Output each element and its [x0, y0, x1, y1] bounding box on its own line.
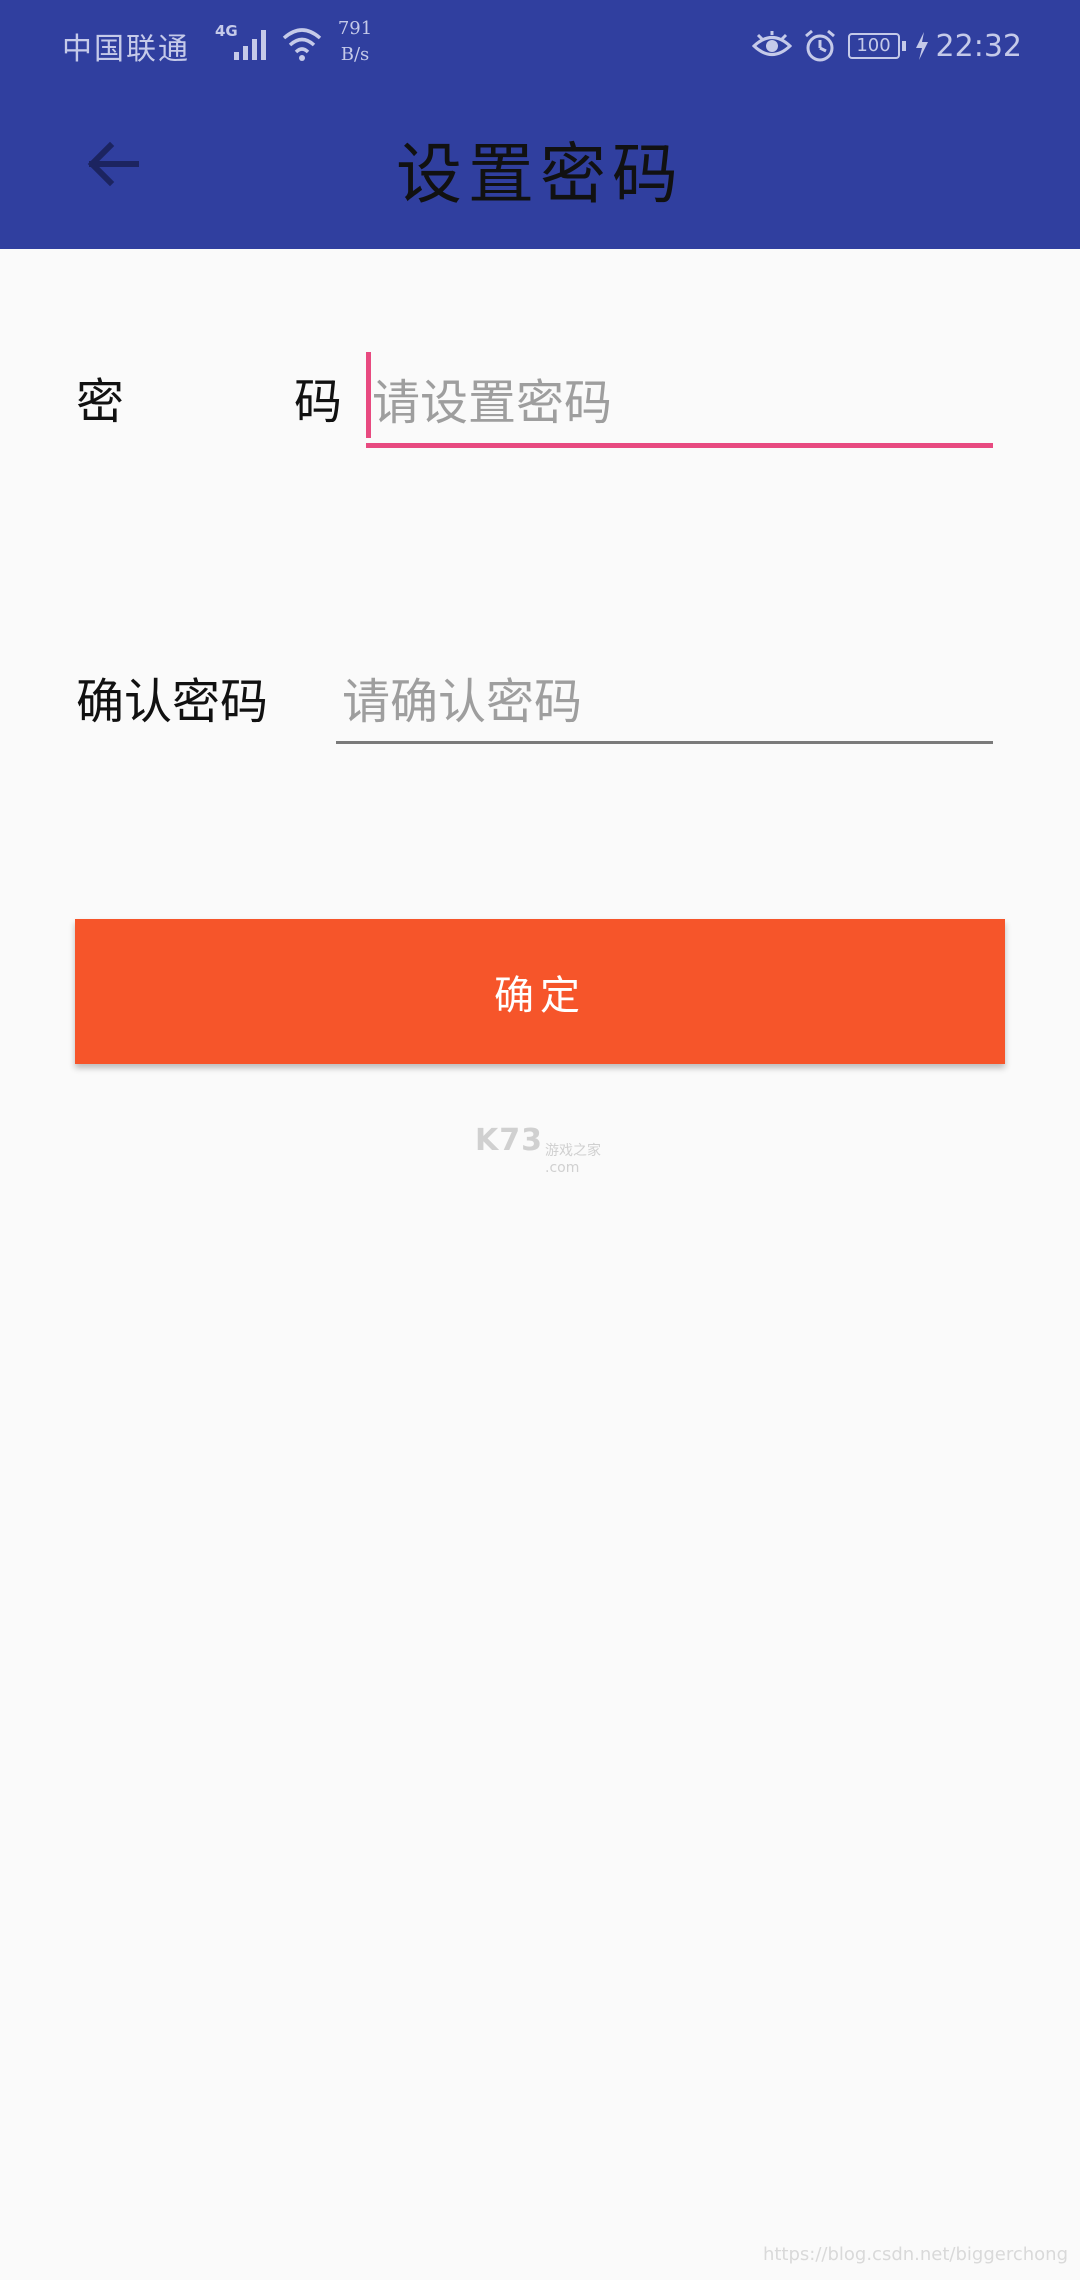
- watermark-logo-sub: 游戏之家 .com: [545, 1140, 601, 1176]
- app-bar: 中国联通 4G 791 B/s 100 22:32 设置密码: [0, 0, 1080, 249]
- confirm-password-input[interactable]: [336, 662, 993, 744]
- password-input[interactable]: [366, 362, 993, 448]
- password-label-first: 密: [76, 374, 125, 430]
- watermark-logo: K73: [475, 1123, 543, 1158]
- confirm-password-label: 确认密码: [76, 674, 269, 730]
- charging-icon: [915, 32, 928, 60]
- watermark-url: https://blog.csdn.net/biggerchong: [762, 2244, 1068, 2265]
- carrier-name: 中国联通: [62, 32, 190, 67]
- battery-icon: 100: [847, 33, 906, 59]
- status-bar: 中国联通 4G 791 B/s 100 22:32: [0, 0, 1080, 95]
- speed-value: 791: [337, 18, 373, 39]
- text-cursor: [366, 352, 371, 438]
- status-time: 22:32: [935, 28, 1022, 64]
- wifi-icon: [282, 28, 322, 61]
- watermark-logo-domain: .com: [545, 1160, 580, 1176]
- password-label-last: 码: [294, 374, 343, 430]
- speed-unit: B/s: [340, 44, 370, 65]
- status-icons: 100 22:32: [742, 22, 1022, 70]
- eye-icon: [751, 31, 792, 56]
- network-speed: 791 B/s: [330, 16, 380, 68]
- page-title: 设置密码: [396, 136, 684, 213]
- signal-icon: [234, 30, 266, 60]
- alarm-icon: [804, 29, 835, 62]
- watermark-logo-text: 游戏之家: [545, 1143, 601, 1159]
- confirm-button[interactable]: 确定: [75, 919, 1005, 1064]
